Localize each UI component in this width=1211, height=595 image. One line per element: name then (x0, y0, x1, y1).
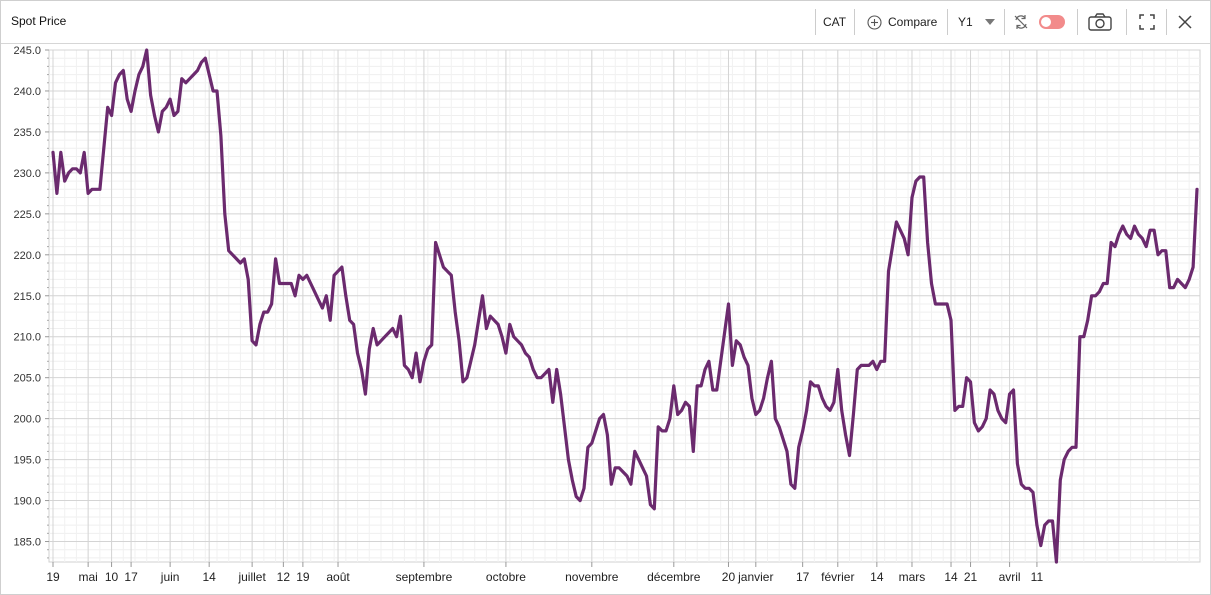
x-tick-label: décembre (647, 570, 701, 584)
toolbar-divider (1077, 9, 1078, 35)
y-tick-label: 230.0 (13, 168, 41, 180)
toolbar-divider (1126, 9, 1127, 35)
x-tick-label: octobre (486, 570, 526, 584)
ticker-text: CAT (823, 15, 847, 29)
x-tick-label: novembre (565, 570, 619, 584)
x-tick-label: août (326, 570, 350, 584)
refresh-icon (1014, 15, 1028, 29)
y-tick-label: 245.0 (13, 45, 41, 57)
x-tick-label: 10 (105, 570, 119, 584)
toggle-switch[interactable] (1039, 1, 1065, 43)
camera-icon (1088, 13, 1112, 31)
fullscreen-icon (1139, 14, 1155, 30)
period-select[interactable]: Y1 (958, 1, 995, 43)
toolbar-divider (854, 9, 855, 35)
toolbar-divider (815, 9, 816, 35)
x-tick-label: juin (160, 570, 180, 584)
close-button[interactable] (1178, 1, 1192, 43)
x-tick-label: 20 (722, 570, 736, 584)
ticker-label[interactable]: CAT (823, 1, 846, 43)
plus-circle-icon (867, 14, 882, 30)
x-tick-label: septembre (396, 570, 453, 584)
x-tick-label: juillet (237, 570, 266, 584)
compare-button[interactable]: Compare (867, 1, 937, 43)
compare-label: Compare (888, 15, 938, 29)
dropdown-arrow-icon (984, 19, 995, 25)
y-tick-label: 240.0 (13, 86, 41, 98)
chart-panel: Spot Price CAT Compare Y1 185.0 190.0 19… (0, 0, 1211, 595)
x-tick-label: 17 (124, 570, 138, 584)
x-tick-label: 12 (277, 570, 291, 584)
y-tick-label: 200.0 (13, 414, 41, 426)
x-tick-label: 19 (46, 570, 60, 584)
x-tick-label: 11 (1031, 570, 1044, 584)
y-tick-label: 205.0 (13, 373, 41, 385)
y-tick-label: 195.0 (13, 455, 41, 467)
toggle-track (1039, 15, 1065, 29)
fullscreen-button[interactable] (1139, 1, 1155, 43)
toolbar-divider (1004, 9, 1005, 35)
toolbar-divider (947, 9, 948, 35)
y-tick-label: 185.0 (13, 537, 41, 549)
toolbar-divider (1166, 9, 1167, 35)
close-icon (1178, 15, 1192, 29)
toggle-knob (1041, 17, 1051, 27)
x-tick-label: 14 (870, 570, 884, 584)
screenshot-button[interactable] (1088, 1, 1112, 43)
y-tick-label: 215.0 (13, 291, 41, 303)
x-tick-label: 21 (964, 570, 978, 584)
refresh-button[interactable] (1013, 1, 1029, 43)
panel-title: Spot Price (11, 14, 67, 28)
y-tick-label: 210.0 (13, 332, 41, 344)
x-tick-label: mars (899, 570, 926, 584)
panel-header: Spot Price CAT Compare Y1 (1, 1, 1210, 44)
period-value: Y1 (958, 15, 973, 29)
x-tick-label: mai (78, 570, 97, 584)
x-tick-label: 14 (944, 570, 958, 584)
y-tick-label: 220.0 (13, 250, 41, 262)
x-tick-label: 14 (202, 570, 216, 584)
x-tick-label: février (821, 570, 854, 584)
x-tick-label: avril (999, 570, 1021, 584)
price-chart: 185.0 190.0 195.0 200.0 205.0 210.0 215.0 220.0… (13, 45, 1201, 584)
y-tick-label: 190.0 (13, 496, 41, 508)
y-tick-label: 225.0 (13, 209, 41, 221)
y-tick-label: 235.0 (13, 127, 41, 139)
x-tick-label: 19 (296, 570, 310, 584)
x-tick-label: 17 (796, 570, 810, 584)
x-tick-label: janvier (737, 570, 773, 584)
